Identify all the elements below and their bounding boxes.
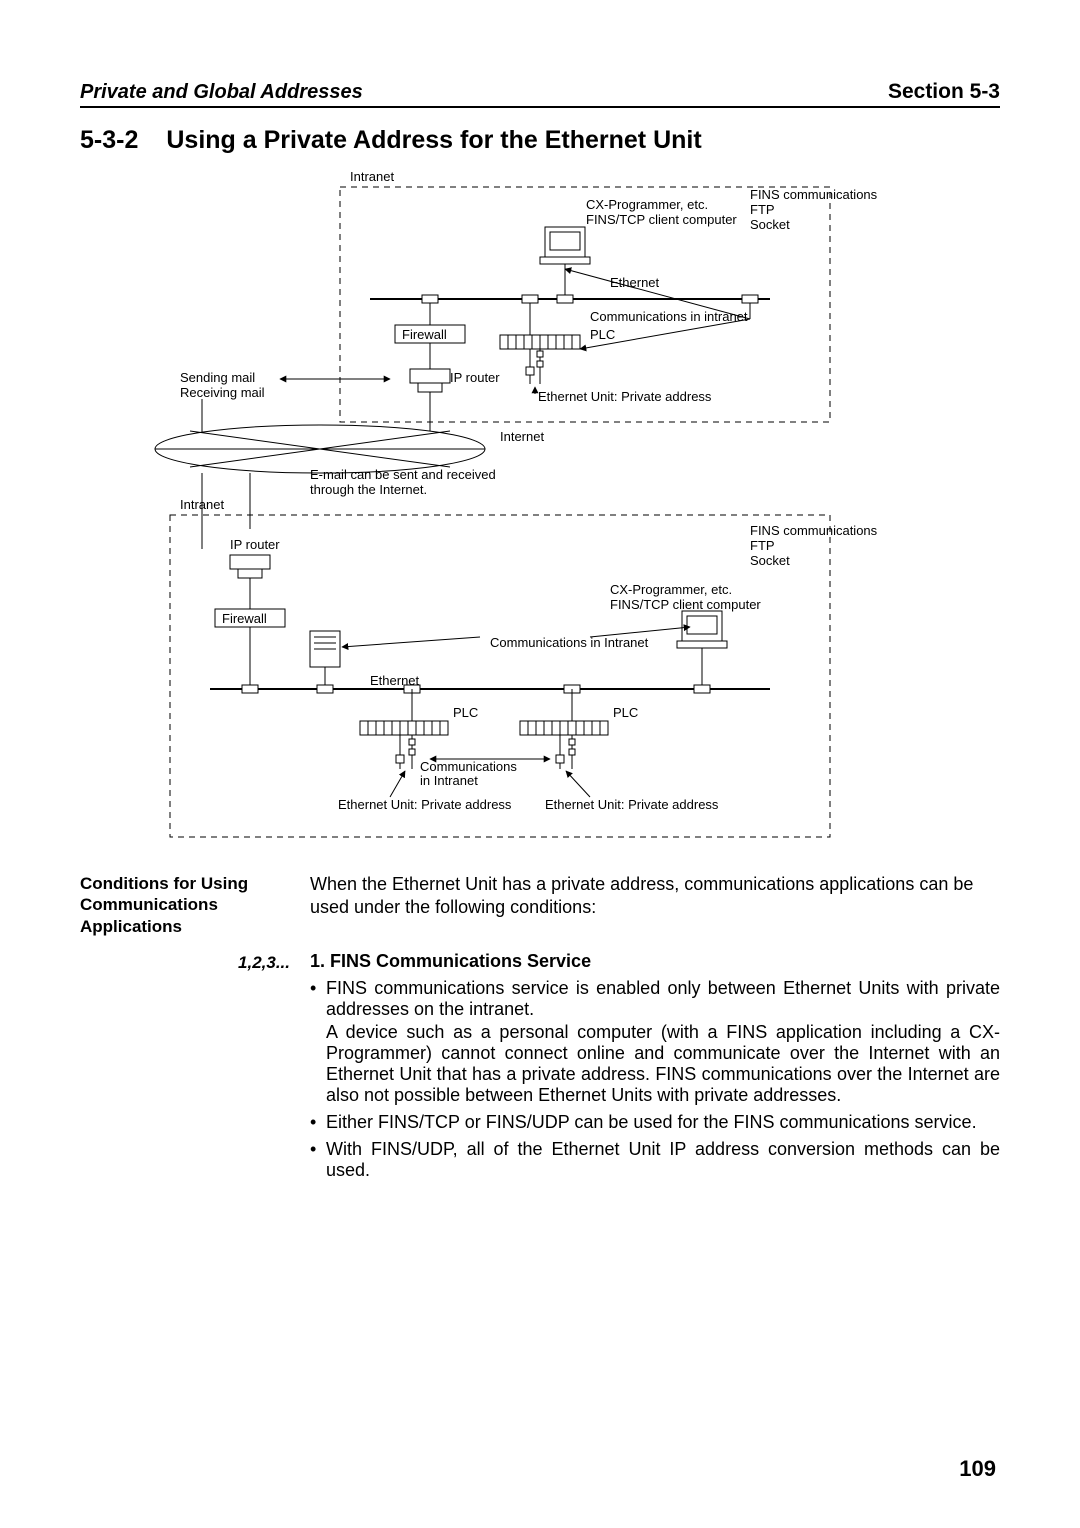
label-email-l1: E-mail can be sent and received (310, 467, 496, 482)
label-email-l2: through the Internet. (310, 482, 427, 497)
header-right: Section 5-3 (888, 80, 1000, 104)
running-header: Private and Global Addresses Section 5-3 (80, 80, 1000, 108)
label-sending-mail: Sending mail (180, 370, 255, 385)
label-fins1-l3: Socket (750, 217, 790, 232)
network-diagram: Intranet CX-Programmer, etc. FINS/TCP cl… (130, 169, 950, 859)
label-cx1-l1: CX-Programmer, etc. (586, 197, 708, 212)
section-title: 5-3-2 Using a Private Address for the Et… (80, 126, 1000, 155)
label-ethunit-top: Ethernet Unit: Private address (538, 389, 712, 404)
item1-title: 1. FINS Communications Service (310, 951, 1000, 972)
label-fins1-l1: FINS communications (750, 187, 878, 202)
label-ethunit-bot1: Ethernet Unit: Private address (338, 797, 512, 812)
bullet-text: With FINS/UDP, all of the Ethernet Unit … (326, 1139, 1000, 1180)
bullet-text: FINS communications service is enabled o… (326, 978, 1000, 1019)
header-left: Private and Global Addresses (80, 81, 363, 104)
label-cx2-l1: CX-Programmer, etc. (610, 582, 732, 597)
label-firewall-bot: Firewall (222, 611, 267, 626)
label-cx2-l2: FINS/TCP client computer (610, 597, 761, 612)
label-firewall-top: Firewall (402, 327, 447, 342)
side-heading: Conditions for Using Communications Appl… (80, 873, 290, 937)
bullet-subpara: A device such as a personal computer (wi… (326, 1022, 1000, 1106)
list-marker: 1,2,3... (80, 951, 290, 1187)
label-plc-bot2: PLC (613, 705, 638, 720)
intro-block: Conditions for Using Communications Appl… (80, 873, 1000, 937)
document-page: Private and Global Addresses Section 5-3… (0, 0, 1080, 1528)
numbered-list: 1,2,3... 1. FINS Communications Service … (80, 951, 1000, 1187)
label-fins2-l2: FTP (750, 538, 775, 553)
label-intranet-top: Intranet (350, 169, 394, 184)
label-comm-intranet-bot: Communications in Intranet (490, 635, 649, 650)
section-heading: Using a Private Address for the Ethernet… (166, 126, 1000, 155)
label-fins2-l3: Socket (750, 553, 790, 568)
bullet-item: With FINS/UDP, all of the Ethernet Unit … (310, 1139, 1000, 1181)
label-comm-intranet-top: Communications in intranet (590, 309, 748, 324)
label-iprouter-bot: IP router (230, 537, 280, 552)
label-receiving-mail: Receiving mail (180, 385, 265, 400)
section-number: 5-3-2 (80, 126, 138, 155)
label-internet: Internet (500, 429, 544, 444)
bullet-item: FINS communications service is enabled o… (310, 978, 1000, 1106)
label-plc-bot: PLC (453, 705, 478, 720)
label-plc-top: PLC (590, 327, 615, 342)
label-ethunit-bot2: Ethernet Unit: Private address (545, 797, 719, 812)
page-number: 109 (959, 1456, 996, 1482)
label-comm-intranet3-l1: Communications (420, 759, 517, 774)
bullet-text: Either FINS/TCP or FINS/UDP can be used … (326, 1112, 977, 1132)
label-comm-intranet3-l2: in Intranet (420, 773, 478, 788)
label-fins1-l2: FTP (750, 202, 775, 217)
label-fins2-l1: FINS communications (750, 523, 878, 538)
bullet-item: Either FINS/TCP or FINS/UDP can be used … (310, 1112, 1000, 1133)
bullet-list: FINS communications service is enabled o… (310, 978, 1000, 1181)
label-iprouter-top: IP router (450, 370, 500, 385)
label-cx1-l2: FINS/TCP client computer (586, 212, 737, 227)
intro-paragraph: When the Ethernet Unit has a private add… (310, 873, 1000, 937)
